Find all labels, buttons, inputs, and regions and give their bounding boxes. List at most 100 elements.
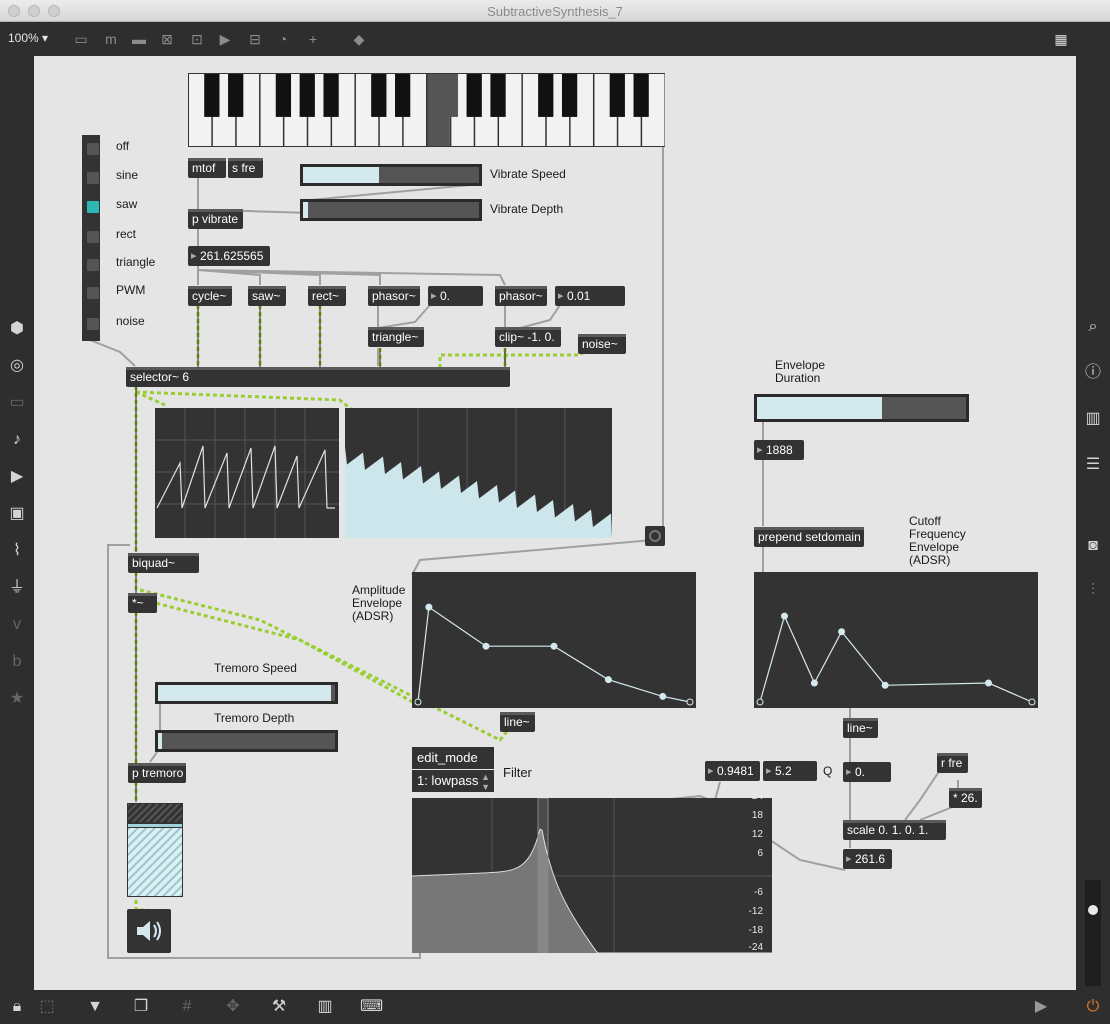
mtof-object[interactable]: mtof xyxy=(188,158,226,178)
send-fre-object[interactable]: s fre xyxy=(228,158,263,178)
gain-number[interactable]: 0.9481 xyxy=(705,761,760,781)
black-key[interactable] xyxy=(538,74,554,117)
rect-object[interactable]: rect~ xyxy=(308,286,346,306)
phasor-object-2[interactable]: phasor~ xyxy=(495,286,547,306)
kslider-keyboard[interactable] xyxy=(188,73,665,147)
filter-type-menu[interactable]: 1: lowpass ▲ ▼ xyxy=(412,770,494,792)
envelope-point[interactable] xyxy=(838,628,846,636)
scale-object[interactable]: scale 0. 1. 0. 1. xyxy=(843,820,946,840)
black-key[interactable] xyxy=(395,74,411,117)
black-key[interactable] xyxy=(371,74,387,117)
black-key[interactable] xyxy=(275,74,292,117)
gain-slider[interactable] xyxy=(127,803,183,897)
vibrate-depth-slider[interactable] xyxy=(300,199,482,221)
radio-option-noise[interactable] xyxy=(87,318,99,330)
filtergraph-display[interactable] xyxy=(412,798,772,953)
radio-option-saw[interactable] xyxy=(87,201,99,213)
envelope-point[interactable] xyxy=(604,676,612,684)
black-key[interactable] xyxy=(609,74,625,117)
tremoro-depth-label: Tremoro Depth xyxy=(214,711,295,725)
tremoro-depth-fill xyxy=(158,733,162,749)
active-key[interactable] xyxy=(427,74,450,146)
cycle-object[interactable]: cycle~ xyxy=(188,286,232,306)
noise-object[interactable]: noise~ xyxy=(578,334,626,354)
envelope-duration-slider[interactable] xyxy=(754,394,969,422)
phasor-1-number[interactable]: 0. xyxy=(428,286,483,306)
phasor-object-1[interactable]: phasor~ xyxy=(368,286,420,306)
cutoff-envelope-function[interactable] xyxy=(754,572,1038,708)
receive-fre-object[interactable]: r fre xyxy=(937,753,968,773)
updown-icon: ▲ ▼ xyxy=(481,772,490,792)
envelope-point[interactable] xyxy=(425,603,433,611)
envelope-point[interactable] xyxy=(984,679,992,687)
envelope-point[interactable] xyxy=(482,642,490,650)
db-tick-label: 24 xyxy=(751,791,763,802)
cutoff-number[interactable]: 0. xyxy=(843,762,891,782)
radio-label-saw: saw xyxy=(116,197,138,211)
edit-mode-message[interactable]: edit_mode xyxy=(412,747,494,769)
multiply-signal-object[interactable]: *~ xyxy=(128,593,157,613)
line-amp-object[interactable]: line~ xyxy=(500,712,535,732)
p-tremoro-object[interactable]: p tremoro xyxy=(128,763,186,783)
db-tick-label: -24 xyxy=(748,942,763,953)
radio-option-off[interactable] xyxy=(87,143,99,155)
amplitude-envelope-function[interactable] xyxy=(412,572,696,708)
envelope-duration-label-1: Envelope xyxy=(775,358,826,372)
filter-type-value: 1: lowpass xyxy=(417,773,479,788)
tremoro-speed-label: Tremoro Speed xyxy=(214,661,297,675)
black-key[interactable] xyxy=(490,74,506,117)
envelope-point[interactable] xyxy=(1028,698,1036,706)
cutoff-label-2: Frequency xyxy=(909,527,966,541)
phasor-2-number[interactable]: 0.01 xyxy=(555,286,625,306)
black-key[interactable] xyxy=(299,74,315,117)
envelope-duration-number[interactable]: 1888 xyxy=(754,440,804,460)
scale-output-number[interactable]: 261.6 xyxy=(843,849,892,869)
tremoro-speed-slider[interactable] xyxy=(155,682,338,704)
black-key[interactable] xyxy=(633,74,649,117)
clip-object[interactable]: clip~ -1. 0. xyxy=(495,327,561,347)
frequency-number-box[interactable]: 261.625565 xyxy=(188,246,270,266)
vibrate-depth-label: Vibrate Depth xyxy=(490,202,564,216)
envelope-point[interactable] xyxy=(659,692,667,700)
waveform-radiogroup[interactable] xyxy=(82,135,100,341)
black-key[interactable] xyxy=(323,74,339,117)
p-vibrate-object[interactable]: p vibrate xyxy=(188,209,243,229)
radio-label-rect: rect xyxy=(116,227,137,241)
saw-object[interactable]: saw~ xyxy=(248,286,286,306)
vibrate-speed-slider[interactable] xyxy=(300,164,482,186)
envelope-point[interactable] xyxy=(881,681,889,689)
radio-option-rect[interactable] xyxy=(87,231,99,243)
black-key[interactable] xyxy=(204,74,220,117)
multiply-26-object[interactable]: * 26. xyxy=(949,788,982,808)
envelope-point[interactable] xyxy=(756,698,764,706)
ezdac-speaker-button[interactable] xyxy=(127,909,171,953)
q-number[interactable]: 5.2 xyxy=(763,761,817,781)
black-key[interactable] xyxy=(466,74,482,117)
oscilloscope-display[interactable] xyxy=(155,408,339,538)
radio-label-noise: noise xyxy=(116,314,145,328)
black-key[interactable] xyxy=(561,74,578,117)
biquad-object[interactable]: biquad~ xyxy=(128,553,199,573)
prepend-setdomain-object[interactable]: prepend setdomain xyxy=(754,527,864,547)
db-tick-label: 18 xyxy=(751,810,763,821)
bang-button[interactable] xyxy=(645,526,665,546)
cutoff-label-1: Cutoff xyxy=(909,514,941,528)
spectroscope-display[interactable] xyxy=(345,408,612,538)
envelope-point[interactable] xyxy=(780,612,788,620)
envelope-duration-fill xyxy=(757,397,883,419)
envelope-point[interactable] xyxy=(686,698,694,706)
radio-option-pwm[interactable] xyxy=(87,287,99,299)
radio-option-triangle[interactable] xyxy=(87,259,99,271)
db-tick-label: 12 xyxy=(751,829,763,840)
black-key[interactable] xyxy=(228,74,244,117)
envelope-point[interactable] xyxy=(810,679,818,687)
vibrate-speed-fill xyxy=(303,167,379,183)
db-tick-label: -18 xyxy=(748,925,763,936)
radio-option-sine[interactable] xyxy=(87,172,99,184)
selector-object[interactable]: selector~ 6 xyxy=(126,367,510,387)
line-cutoff-object[interactable]: line~ xyxy=(843,718,878,738)
tremoro-depth-slider[interactable] xyxy=(155,730,338,752)
triangle-object[interactable]: triangle~ xyxy=(368,327,424,347)
envelope-point[interactable] xyxy=(550,642,558,650)
envelope-point[interactable] xyxy=(414,698,422,706)
